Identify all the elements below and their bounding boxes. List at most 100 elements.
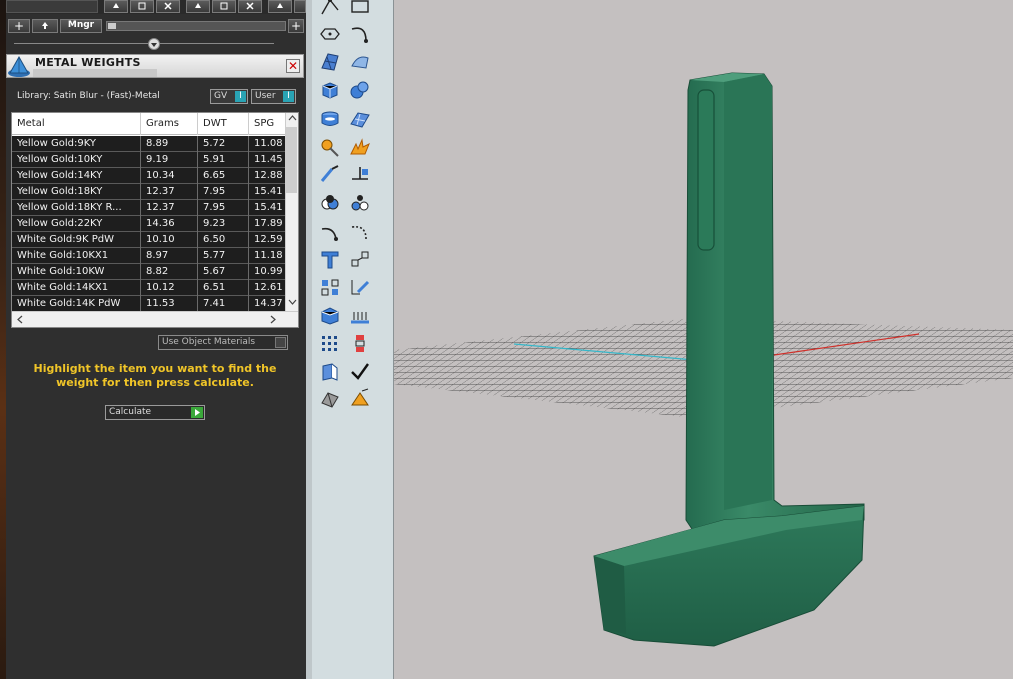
scale-tool-icon[interactable] bbox=[348, 248, 372, 270]
calculate-button[interactable]: Calculate bbox=[105, 405, 205, 420]
dot-grid-icon[interactable] bbox=[318, 332, 342, 354]
title-underline bbox=[33, 69, 157, 77]
cell-spg: 17.89 bbox=[249, 216, 286, 232]
table-row[interactable]: Yellow Gold:18KY R... 12.37 7.95 15.41 bbox=[12, 200, 286, 216]
instruction-text: Highlight the item you want to find the … bbox=[33, 362, 277, 389]
column-header-metal[interactable]: Metal bbox=[12, 113, 141, 135]
column-header-spg[interactable]: SPG bbox=[249, 113, 289, 135]
gv-toggle[interactable]: GV I bbox=[210, 89, 248, 104]
slider-track[interactable] bbox=[14, 43, 274, 44]
boolean-union-icon[interactable] bbox=[318, 192, 342, 214]
boolean-split-icon[interactable] bbox=[348, 192, 372, 214]
add-button-2[interactable]: + bbox=[288, 19, 304, 33]
vertical-scrollbar[interactable] bbox=[285, 113, 298, 313]
puzzle-tool-icon[interactable] bbox=[318, 136, 342, 158]
add-button[interactable]: + bbox=[8, 19, 30, 33]
table-row[interactable]: Yellow Gold:18KY 12.37 7.95 15.41 bbox=[12, 184, 286, 200]
table-row[interactable]: Yellow Gold:14KY 10.34 6.65 12.88 bbox=[12, 168, 286, 184]
play-icon[interactable] bbox=[191, 407, 203, 418]
slider-handle[interactable] bbox=[108, 23, 116, 29]
cell-grams: 10.12 bbox=[141, 280, 198, 296]
up-arrow-button[interactable] bbox=[104, 0, 128, 13]
cell-metal: Yellow Gold:18KY R... bbox=[12, 200, 141, 216]
move-up-button[interactable] bbox=[32, 19, 58, 33]
table-row[interactable]: White Gold:14K PdW 11.53 7.41 14.37 bbox=[12, 296, 286, 312]
horizontal-scrollbar[interactable] bbox=[12, 311, 298, 327]
scrollbar-thumb[interactable] bbox=[286, 127, 297, 193]
use-object-materials-checkbox[interactable] bbox=[275, 337, 286, 348]
layer-dropdown[interactable] bbox=[6, 0, 98, 13]
extrude-icon[interactable] bbox=[318, 360, 342, 382]
save-button-2[interactable] bbox=[212, 0, 236, 13]
curve-point-icon[interactable] bbox=[318, 0, 342, 18]
cell-grams: 8.82 bbox=[141, 264, 198, 280]
panel-title: METAL WEIGHTS bbox=[35, 56, 141, 69]
knife-tool-icon[interactable] bbox=[318, 163, 342, 185]
up-arrow-button-3[interactable] bbox=[268, 0, 292, 13]
mesh-grid-icon[interactable] bbox=[318, 50, 342, 72]
scroll-down-icon[interactable] bbox=[288, 298, 297, 309]
pyramid-logo-icon bbox=[7, 55, 33, 79]
table-row[interactable]: White Gold:14KX1 10.12 6.51 12.61 bbox=[12, 280, 286, 296]
scroll-right-icon[interactable] bbox=[269, 315, 277, 327]
table-row[interactable]: White Gold:9K PdW 10.10 6.50 12.59 bbox=[12, 232, 286, 248]
up-arrow-button-2[interactable] bbox=[186, 0, 210, 13]
array-tool-icon[interactable] bbox=[318, 276, 342, 298]
text-tool-icon[interactable] bbox=[318, 248, 342, 270]
scroll-up-icon[interactable] bbox=[288, 114, 297, 125]
table-row[interactable]: Yellow Gold:10KY 9.19 5.91 11.45 bbox=[12, 152, 286, 168]
spheres-icon[interactable] bbox=[348, 79, 372, 101]
cell-spg: 12.61 bbox=[249, 280, 286, 296]
measure-icon[interactable] bbox=[348, 304, 372, 326]
cell-metal: White Gold:14KX1 bbox=[12, 280, 141, 296]
scroll-left-icon[interactable] bbox=[16, 315, 24, 327]
cube-icon[interactable] bbox=[318, 79, 342, 101]
cell-dwt: 5.67 bbox=[198, 264, 249, 280]
user-toggle[interactable]: User I bbox=[251, 89, 296, 104]
cell-dwt: 6.65 bbox=[198, 168, 249, 184]
split-tool-icon[interactable] bbox=[348, 163, 372, 185]
save-button-3[interactable] bbox=[294, 0, 306, 13]
prism-icon[interactable] bbox=[318, 387, 342, 409]
user-toggle-indicator[interactable]: I bbox=[283, 91, 294, 102]
metal-weights-table: Metal Grams DWT SPG Yellow Gold:9KY 8.89 5… bbox=[11, 112, 299, 328]
arc-curve-icon[interactable] bbox=[348, 23, 372, 45]
cell-dwt: 7.41 bbox=[198, 296, 249, 312]
table-row[interactable]: Yellow Gold:9KY 8.89 5.72 11.08 bbox=[12, 136, 286, 152]
top-toolbar-row bbox=[6, 0, 306, 14]
dotted-arc-icon[interactable] bbox=[348, 221, 372, 243]
explode-icon[interactable] bbox=[348, 136, 372, 158]
gv-toggle-indicator[interactable]: I bbox=[235, 91, 246, 102]
surface-icon[interactable] bbox=[348, 50, 372, 72]
plane-grid-icon[interactable] bbox=[348, 108, 372, 130]
table-row[interactable]: White Gold:10KX1 8.97 5.77 11.18 bbox=[12, 248, 286, 264]
cell-metal: White Gold:9K PdW bbox=[12, 232, 141, 248]
3d-viewport[interactable] bbox=[394, 0, 1013, 679]
cylinder-icon[interactable] bbox=[318, 108, 342, 130]
hexagon-icon[interactable] bbox=[318, 23, 342, 45]
solid-box-icon[interactable] bbox=[318, 304, 342, 326]
delete-button-2[interactable] bbox=[238, 0, 262, 13]
table-row[interactable]: Yellow Gold:22KY 14.36 9.23 17.89 bbox=[12, 216, 286, 232]
manager-button[interactable]: Mngr bbox=[60, 19, 102, 33]
gem-setting-icon[interactable] bbox=[348, 387, 372, 409]
column-header-grams[interactable]: Grams bbox=[141, 113, 198, 135]
left-panel: + Mngr + METAL WEIGHTS ✕ Library: Satin … bbox=[0, 0, 306, 679]
slider-knob[interactable] bbox=[148, 38, 160, 50]
close-icon[interactable]: ✕ bbox=[286, 59, 300, 73]
delete-button[interactable] bbox=[156, 0, 180, 13]
cell-dwt: 6.51 bbox=[198, 280, 249, 296]
arc-tool-icon[interactable] bbox=[318, 221, 342, 243]
gv-toggle-label: GV bbox=[214, 91, 228, 101]
manager-row: + Mngr + bbox=[6, 17, 306, 35]
gem-stack-icon[interactable] bbox=[348, 332, 372, 354]
layer-slider[interactable] bbox=[106, 21, 286, 31]
column-header-dwt[interactable]: DWT bbox=[198, 113, 249, 135]
table-row[interactable]: White Gold:10KW 8.82 5.67 10.99 bbox=[12, 264, 286, 280]
edit-points-icon[interactable] bbox=[348, 276, 372, 298]
checkmark-icon[interactable] bbox=[348, 360, 372, 382]
cell-grams: 10.10 bbox=[141, 232, 198, 248]
rectangle-icon[interactable] bbox=[348, 0, 372, 18]
save-button[interactable] bbox=[130, 0, 154, 13]
use-object-materials-toggle[interactable]: Use Object Materials bbox=[158, 335, 288, 350]
